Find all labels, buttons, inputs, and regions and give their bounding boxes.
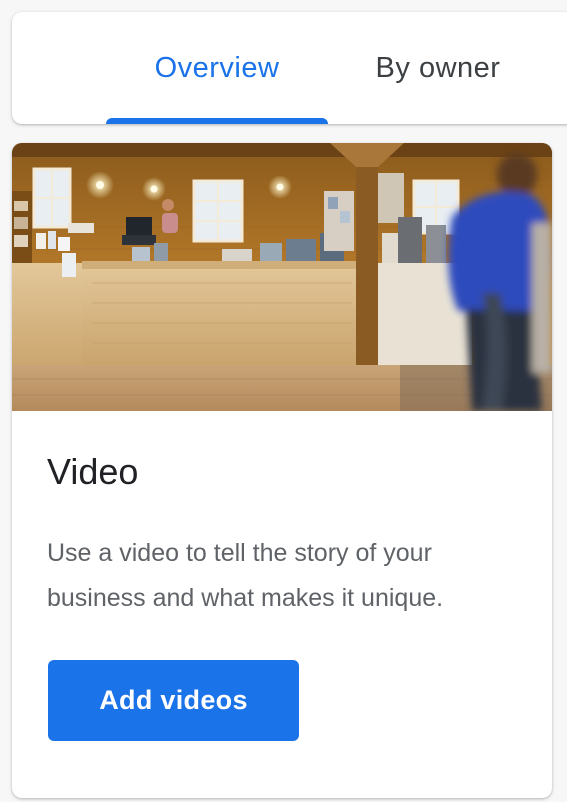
shop-interior-photo [12,143,552,411]
tab-overview-label: Overview [154,51,280,84]
video-card: Video Use a video to tell the story of y… [12,143,552,798]
tab-by-owner-label: By owner [375,51,501,84]
add-videos-button[interactable]: Add videos [48,660,299,741]
page: Overview By owner Video Use a video to t… [0,0,567,802]
tab-by-owner[interactable]: By owner [348,12,528,124]
tab-bar: Overview By owner [12,12,567,124]
active-tab-indicator [106,118,328,124]
tab-overview[interactable]: Overview [106,12,328,124]
card-description: Use a video to tell the story of your bu… [47,539,444,612]
card-title: Video [47,451,139,492]
